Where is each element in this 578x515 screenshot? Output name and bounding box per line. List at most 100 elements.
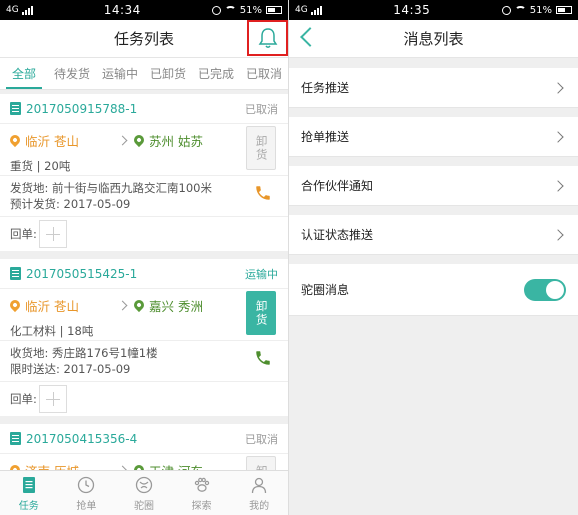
card-header: 2017050915788-1 已取消 xyxy=(0,94,288,124)
alarm-icon xyxy=(501,5,511,15)
nav-grab-order[interactable]: 抢单 xyxy=(58,471,116,515)
nav-label: 抢单 xyxy=(76,500,97,512)
header: 任务列表 xyxy=(0,20,288,58)
clock-time: 14:35 xyxy=(393,3,431,17)
back-arrow-icon[interactable] xyxy=(300,27,320,47)
row-label: 合作伙伴通知 xyxy=(301,179,374,193)
alarm-icon xyxy=(211,5,221,15)
status-badge: 已取消 xyxy=(245,432,278,446)
notification-bell-button[interactable] xyxy=(247,20,288,56)
task-icon xyxy=(22,476,35,493)
clock-icon xyxy=(78,476,95,493)
page-title: 消息列表 xyxy=(403,30,464,48)
battery-icon xyxy=(266,6,282,14)
header: 消息列表 xyxy=(289,20,578,58)
nav-label: 探索 xyxy=(191,500,212,512)
destination-pin-icon xyxy=(131,297,147,313)
address-block: 收货地: 秀庄路176号1幢1楼 限时送达: 2017-05-09 xyxy=(0,341,288,382)
row-task-push[interactable]: 任务推送 xyxy=(289,68,578,108)
message-list-screen: 4G 14:35 51% 消息列表 任务推送 抢单推送 合作伙伴通知 认证状态推… xyxy=(289,0,578,515)
bottom-navigation: 任务 抢单 驼圈 探索 我的 xyxy=(0,470,288,515)
address-line: 收货地: 秀庄路176号1幢1楼 xyxy=(10,346,158,360)
tab-pending-shipment[interactable]: 待发货 xyxy=(48,58,96,89)
destination-city: 苏州 姑苏 xyxy=(149,133,203,149)
row-auth-status-push[interactable]: 认证状态推送 xyxy=(289,215,578,255)
receipt-label: 回单: xyxy=(10,227,37,241)
nav-label: 驼圈 xyxy=(133,500,154,512)
date-line: 预计发货: 2017-05-09 xyxy=(10,197,131,211)
route-arrow-icon xyxy=(117,300,128,310)
row-label: 认证状态推送 xyxy=(301,228,374,242)
network-label: 4G xyxy=(6,5,19,15)
signal-icon xyxy=(21,5,33,15)
phone-icon[interactable] xyxy=(254,349,272,367)
nav-label: 任务 xyxy=(18,500,39,512)
nav-task[interactable]: 任务 xyxy=(0,471,58,515)
status-bar: 4G 14:34 51% xyxy=(0,0,288,20)
circle-messages-toggle[interactable] xyxy=(524,278,566,301)
receipt-label: 回单: xyxy=(10,392,37,406)
battery-percent: 51% xyxy=(529,4,552,16)
person-icon xyxy=(252,477,267,493)
row-label: 驼圈消息 xyxy=(301,283,350,297)
circle-icon xyxy=(135,476,153,493)
route-arrow-icon xyxy=(117,135,128,145)
address-block: 发货地: 前十街与临西九路交汇南100米 预计发货: 2017-05-09 xyxy=(0,176,288,217)
goods-info: 化工材料 | 18吨 xyxy=(0,321,288,341)
paw-icon xyxy=(194,477,209,492)
system-icons: 51% xyxy=(501,4,572,16)
battery-percent: 51% xyxy=(239,4,262,16)
document-icon xyxy=(10,432,21,445)
status-tabs: 全部 待发货 运输中 已卸货 已完成 已取消 xyxy=(0,58,288,90)
order-number: 2017050915788-1 xyxy=(26,101,138,116)
status-badge: 已取消 xyxy=(245,102,278,116)
card-header: 2017050415356-4 已取消 xyxy=(0,424,288,454)
destination-pin-icon xyxy=(131,132,147,148)
unload-button[interactable]: 卸货 xyxy=(246,291,276,335)
order-number: 2017050515425-1 xyxy=(26,266,138,281)
add-receipt-button[interactable] xyxy=(38,220,67,248)
network-label: 4G xyxy=(295,5,308,15)
wifi-icon xyxy=(224,6,236,14)
add-receipt-button[interactable] xyxy=(38,385,67,413)
row-grab-order-push[interactable]: 抢单推送 xyxy=(289,117,578,157)
chevron-right-icon xyxy=(552,130,564,143)
row-label: 抢单推送 xyxy=(301,130,350,144)
order-number: 2017050415356-4 xyxy=(26,431,138,446)
origin-pin-icon xyxy=(7,132,23,148)
nav-circle[interactable]: 驼圈 xyxy=(115,471,173,515)
document-icon xyxy=(10,267,21,280)
bell-icon xyxy=(258,28,277,48)
document-icon xyxy=(10,102,21,115)
row-circle-messages: 驼圈消息 xyxy=(289,264,578,316)
task-list-screen: 4G 14:34 51% 任务列表 全部 待发货 运输中 已卸货 已完成 已取消 xyxy=(0,0,289,515)
receipt-row: 回单: xyxy=(0,382,288,416)
card-header: 2017050515425-1 运输中 xyxy=(0,259,288,289)
tab-completed[interactable]: 已完成 xyxy=(192,58,240,89)
nav-explore[interactable]: 探索 xyxy=(173,471,231,515)
goods-info: 重货 | 20吨 xyxy=(0,156,288,176)
system-icons: 51% xyxy=(211,4,282,16)
origin-city: 临沂 苍山 xyxy=(25,298,79,314)
route: 临沂 苍山 嘉兴 秀洲 卸货 xyxy=(0,289,288,335)
clock-time: 14:34 xyxy=(103,3,141,17)
status-bar: 4G 14:35 51% xyxy=(289,0,578,20)
task-card[interactable]: 2017050515425-1 运输中 临沂 苍山 嘉兴 秀洲 卸货 化工材料 … xyxy=(0,259,288,416)
row-partner-notice[interactable]: 合作伙伴通知 xyxy=(289,166,578,206)
wifi-icon xyxy=(514,6,526,14)
status-badge: 运输中 xyxy=(245,267,278,281)
unload-button[interactable]: 卸货 xyxy=(246,126,276,170)
signal-indicator: 4G xyxy=(295,5,322,15)
chevron-right-icon xyxy=(552,228,564,241)
tab-in-transit[interactable]: 运输中 xyxy=(96,58,144,89)
chevron-right-icon xyxy=(552,81,564,94)
task-card[interactable]: 2017050915788-1 已取消 临沂 苍山 苏州 姑苏 卸货 重货 | … xyxy=(0,94,288,251)
date-line: 限时送达: 2017-05-09 xyxy=(10,362,131,376)
signal-indicator: 4G xyxy=(6,5,33,15)
tab-all[interactable]: 全部 xyxy=(0,58,48,89)
nav-mine[interactable]: 我的 xyxy=(230,471,288,515)
tab-cancelled[interactable]: 已取消 xyxy=(240,58,288,89)
chevron-right-icon xyxy=(552,179,564,192)
phone-icon[interactable] xyxy=(254,184,272,202)
tab-unloaded[interactable]: 已卸货 xyxy=(144,58,192,89)
